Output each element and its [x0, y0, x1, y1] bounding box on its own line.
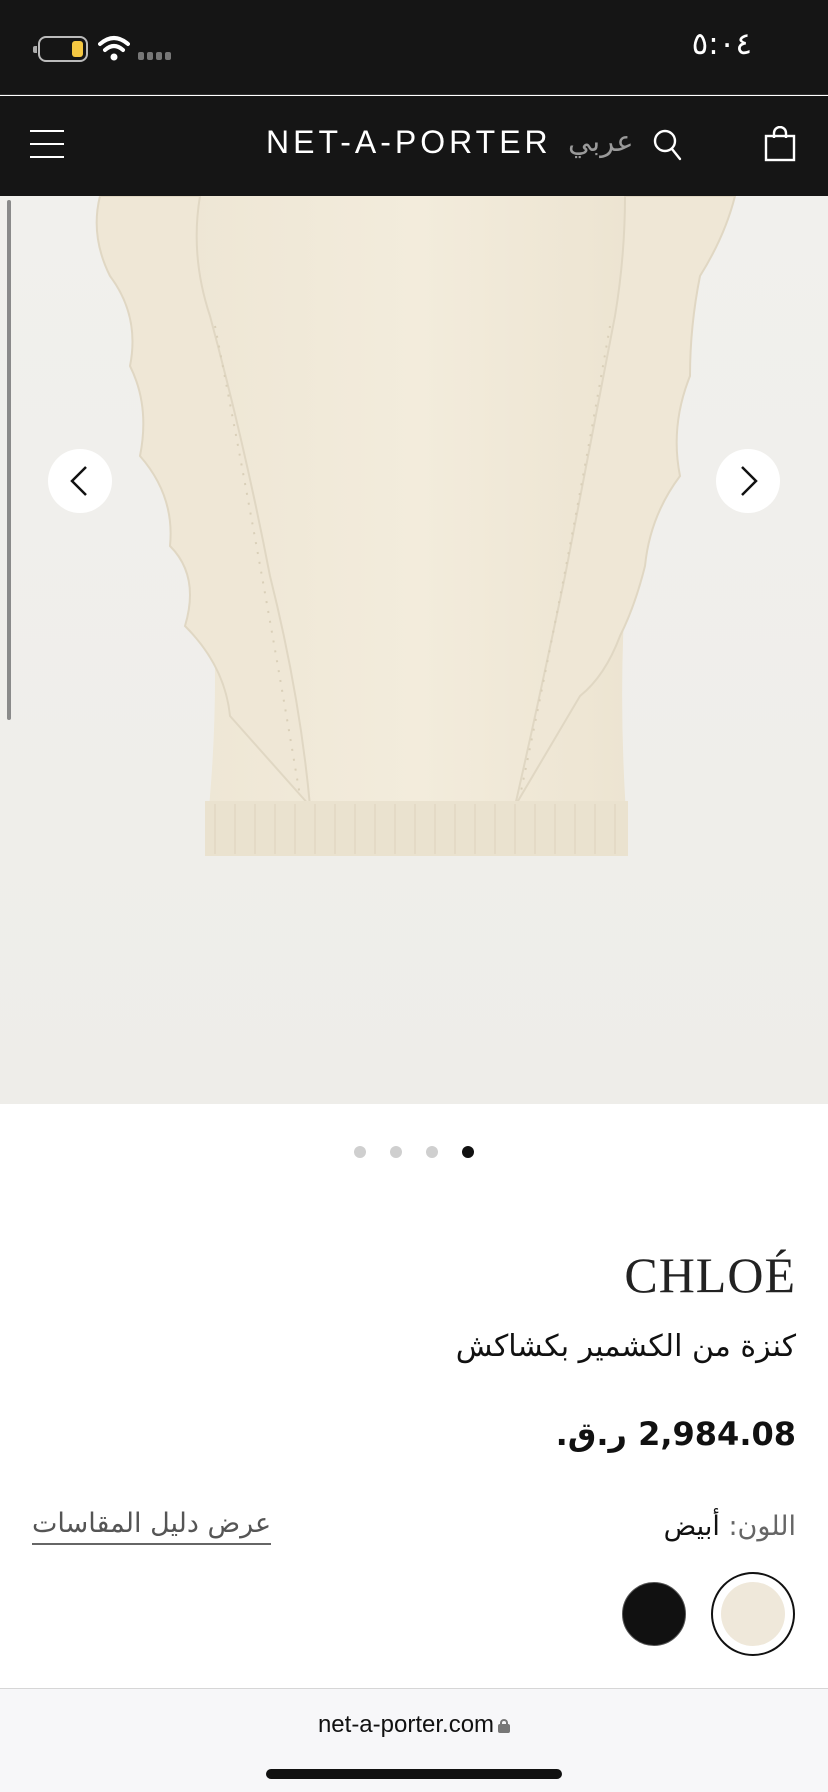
browser-address-bar: net-a-porter.com — [0, 1688, 828, 1792]
url-display[interactable]: net-a-porter.com — [0, 1711, 828, 1739]
product-image — [95, 196, 737, 856]
size-guide-link[interactable]: عرض دليل المقاسات — [32, 1508, 272, 1545]
url-text: net-a-porter.com — [317, 1711, 495, 1738]
color-swatch-black[interactable] — [622, 1582, 686, 1646]
pagination-dot-active[interactable] — [462, 1146, 474, 1158]
color-label-key: اللون: — [728, 1511, 796, 1542]
pagination-dot[interactable] — [426, 1146, 438, 1158]
color-swatch-ivory[interactable] — [711, 1572, 795, 1656]
next-image-button[interactable] — [716, 449, 780, 513]
page-scrollbar[interactable] — [7, 200, 11, 720]
pagination-dot[interactable] — [354, 1146, 366, 1158]
status-bar: ٥:٠٤ — [0, 0, 828, 95]
home-indicator[interactable] — [266, 1769, 562, 1779]
wifi-icon — [98, 36, 130, 61]
hamburger-menu-icon[interactable] — [30, 130, 64, 158]
gallery-pagination — [354, 1146, 474, 1158]
color-label-value: أبيض — [663, 1511, 720, 1542]
status-time: ٥:٠٤ — [691, 26, 752, 62]
site-logo[interactable]: NET-A-PORTER — [266, 124, 552, 161]
battery-icon — [33, 36, 88, 62]
chevron-left-icon — [70, 466, 87, 496]
product-brand[interactable]: CHLOÉ — [624, 1246, 796, 1304]
previous-image-button[interactable] — [48, 449, 112, 513]
chevron-right-icon — [741, 466, 758, 496]
product-name: كنزة من الكشمير بكشاكش — [455, 1329, 796, 1364]
pagination-dot[interactable] — [390, 1146, 402, 1158]
product-price: 2,984.08 ر.ق. — [555, 1415, 796, 1453]
shopping-bag-icon[interactable] — [764, 126, 796, 162]
signal-icon — [138, 52, 171, 60]
site-header: NET-A-PORTER عربي — [0, 96, 828, 196]
lock-icon — [498, 1719, 511, 1733]
color-label: اللون: أبيض — [664, 1511, 796, 1542]
product-image-gallery[interactable] — [0, 196, 828, 1104]
language-toggle[interactable]: عربي — [568, 124, 634, 158]
search-icon[interactable] — [652, 128, 682, 162]
